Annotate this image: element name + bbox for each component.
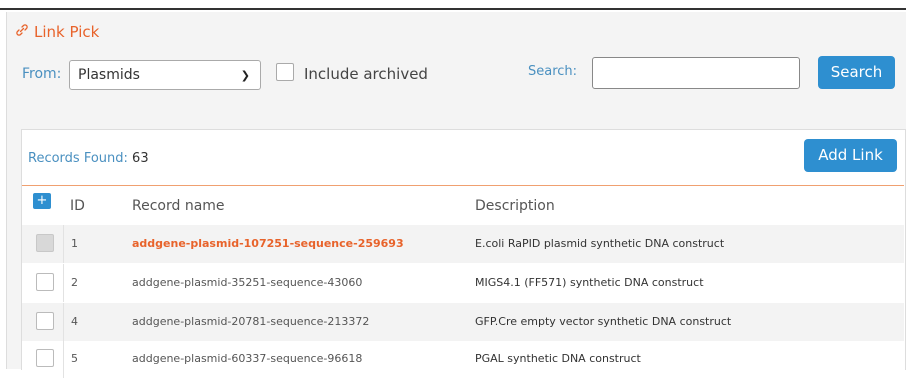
row-description: MIGS4.1 (FF571) synthetic DNA construct [475,276,704,289]
row-description: PGAL synthetic DNA construct [475,352,641,365]
top-border [0,0,906,10]
expand-all-button[interactable]: + [33,193,51,209]
include-archived-label: Include archived [304,65,428,83]
row-checkbox[interactable] [36,312,54,330]
page-title-text: Link Pick [34,23,100,41]
search-label: Search: [528,64,578,79]
header-separator [22,185,904,186]
from-select[interactable]: Plasmids ❯ [69,60,261,90]
add-link-button[interactable]: Add Link [804,139,897,172]
from-select-value: Plasmids [78,67,140,83]
row-checkbox[interactable] [36,234,54,252]
row-id: 5 [71,352,78,365]
chevron-down-icon: ❯ [240,69,250,82]
include-archived-checkbox[interactable] [276,63,294,81]
table-row[interactable]: 1 addgene-plasmid-107251-sequence-259693… [22,225,904,263]
records-found: Records Found: 63 [28,151,149,166]
row-description: E.coli RaPID plasmid synthetic DNA const… [475,237,725,250]
row-record-name[interactable]: addgene-plasmid-20781-sequence-213372 [132,315,369,328]
search-input[interactable] [592,57,800,89]
table-row[interactable]: 2 addgene-plasmid-35251-sequence-43060 M… [22,264,904,302]
table-row[interactable]: 5 addgene-plasmid-60337-sequence-96618 P… [22,340,904,378]
records-found-label: Records Found: [28,151,128,166]
row-description: GFP.Cre empty vector synthetic DNA const… [475,315,732,328]
row-id: 4 [71,315,78,328]
column-header-record-name[interactable]: Record name [132,198,225,214]
search-button[interactable]: Search [818,56,895,89]
row-record-name[interactable]: addgene-plasmid-107251-sequence-259693 [132,237,404,250]
column-header-description[interactable]: Description [475,198,555,214]
row-id: 2 [71,276,78,289]
page-title: Link Pick [14,22,99,42]
row-id: 1 [71,237,78,250]
column-header-id[interactable]: ID [70,198,85,214]
table-row[interactable]: 4 addgene-plasmid-20781-sequence-213372 … [22,303,904,341]
row-checkbox[interactable] [36,349,54,367]
row-record-name[interactable]: addgene-plasmid-35251-sequence-43060 [132,276,362,289]
row-checkbox[interactable] [36,273,54,291]
records-found-count: 63 [132,151,149,166]
row-record-name[interactable]: addgene-plasmid-60337-sequence-96618 [132,352,362,365]
from-label: From: [22,66,62,82]
link-icon [14,22,30,42]
